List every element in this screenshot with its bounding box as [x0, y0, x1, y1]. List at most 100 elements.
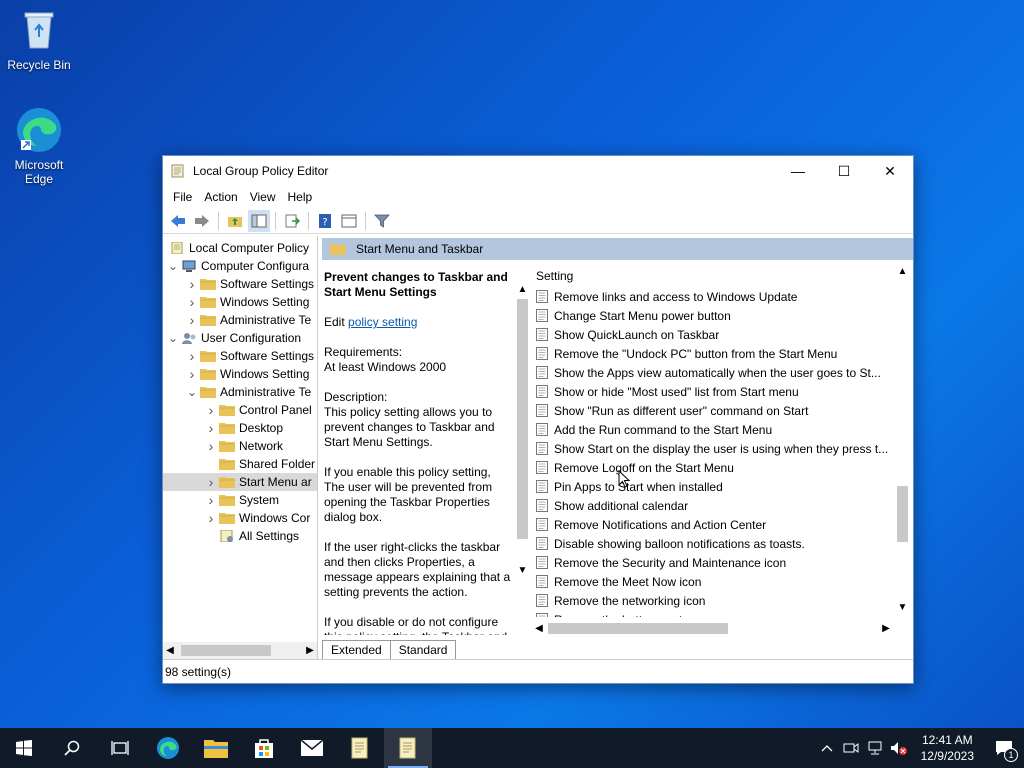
chevron-right-icon[interactable]: ›	[205, 420, 217, 436]
chevron-right-icon[interactable]: ›	[205, 474, 217, 490]
setting-row[interactable]: Change Start Menu power button	[532, 306, 895, 325]
setting-row[interactable]: Remove the networking icon	[532, 591, 895, 610]
tab-extended[interactable]: Extended	[322, 640, 391, 659]
scroll-right-arrow-icon[interactable]: ▶	[879, 623, 893, 634]
help-button[interactable]: ?	[314, 210, 336, 232]
minimize-button[interactable]: —	[775, 156, 821, 186]
show-hide-tree-button[interactable]	[248, 209, 270, 232]
setting-row[interactable]: Add the Run command to the Start Menu	[532, 420, 895, 439]
taskbar-group-policy-editor[interactable]	[384, 728, 432, 768]
tree-item[interactable]: ⌄ Administrative Te	[163, 383, 317, 401]
column-header-setting[interactable]: Setting	[532, 266, 895, 286]
chevron-down-icon[interactable]: ⌄	[167, 260, 179, 272]
tree-item[interactable]: › Start Menu ar	[163, 473, 317, 491]
tree-item[interactable]: Shared Folder	[163, 455, 317, 473]
tree-horizontal-scrollbar[interactable]: ◀ ▶	[163, 642, 317, 659]
tree-item[interactable]: All Settings	[163, 527, 317, 545]
tree-item[interactable]: › Software Settings	[163, 347, 317, 365]
scroll-right-arrow-icon[interactable]: ▶	[303, 645, 317, 656]
menu-file[interactable]: File	[167, 190, 198, 204]
tab-standard[interactable]: Standard	[389, 640, 457, 659]
tree-item[interactable]: ⌄ Computer Configura	[163, 257, 317, 275]
setting-row[interactable]: Show additional calendar	[532, 496, 895, 515]
setting-row[interactable]: Remove Notifications and Action Center	[532, 515, 895, 534]
tree-item[interactable]: › Windows Setting	[163, 293, 317, 311]
setting-row[interactable]: Remove the "Undock PC" button from the S…	[532, 344, 895, 363]
network-button[interactable]	[863, 741, 887, 755]
setting-row[interactable]: Remove links and access to Windows Updat…	[532, 287, 895, 306]
menu-action[interactable]: Action	[198, 190, 243, 204]
chevron-right-icon[interactable]: ›	[186, 294, 198, 310]
chevron-right-icon[interactable]: ›	[186, 276, 198, 292]
description-vertical-scrollbar[interactable]: ▲ ▼	[514, 284, 531, 580]
action-center-button[interactable]: 1	[984, 740, 1024, 762]
taskbar-file-explorer[interactable]	[192, 728, 240, 768]
tree-item[interactable]: › Windows Setting	[163, 365, 317, 383]
volume-button[interactable]	[887, 741, 911, 755]
tree-item[interactable]: › Control Panel	[163, 401, 317, 419]
desktop-icon-edge[interactable]: Microsoft Edge	[1, 106, 77, 186]
scroll-left-arrow-icon[interactable]: ◀	[532, 623, 546, 634]
chevron-right-icon[interactable]: ›	[205, 402, 217, 418]
setting-row[interactable]: Show Start on the display the user is us…	[532, 439, 895, 458]
tree-item[interactable]: › Network	[163, 437, 317, 455]
tree-item[interactable]: › Software Settings	[163, 275, 317, 293]
setting-row[interactable]: Show or hide "Most used" list from Start…	[532, 382, 895, 401]
close-button[interactable]: ✕	[867, 156, 913, 186]
start-button[interactable]	[0, 728, 48, 768]
tree-item[interactable]: › System	[163, 491, 317, 509]
taskbar-edge[interactable]	[144, 728, 192, 768]
desktop-icon-recycle-bin[interactable]: Recycle Bin	[1, 6, 77, 72]
setting-row[interactable]: Remove the Security and Maintenance icon	[532, 553, 895, 572]
tree-item[interactable]: › Administrative Te	[163, 311, 317, 329]
forward-button[interactable]	[191, 210, 213, 232]
scroll-up-arrow-icon[interactable]: ▲	[514, 284, 531, 295]
search-button[interactable]	[48, 728, 96, 768]
taskbar-store[interactable]	[240, 728, 288, 768]
setting-row[interactable]: Remove the Meet Now icon	[532, 572, 895, 591]
setting-row[interactable]: Show QuickLaunch on Taskbar	[532, 325, 895, 344]
extended-view-button[interactable]	[338, 210, 360, 232]
filter-button[interactable]	[371, 210, 393, 232]
scroll-down-arrow-icon[interactable]: ▼	[894, 602, 911, 613]
up-folder-button[interactable]	[224, 210, 246, 232]
chevron-right-icon[interactable]: ›	[186, 366, 198, 382]
setting-row[interactable]: Pin Apps to Start when installed	[532, 477, 895, 496]
setting-row[interactable]: Show "Run as different user" command on …	[532, 401, 895, 420]
back-button[interactable]	[167, 210, 189, 232]
export-list-button[interactable]	[281, 210, 303, 232]
tree-item[interactable]: › Desktop	[163, 419, 317, 437]
task-view-button[interactable]	[96, 728, 144, 768]
menu-help[interactable]: Help	[282, 190, 319, 204]
chevron-down-icon[interactable]: ⌄	[167, 332, 179, 344]
setting-row[interactable]: Remove Logoff on the Start Menu	[532, 458, 895, 477]
title-bar[interactable]: Local Group Policy Editor — ☐ ✕	[163, 156, 913, 186]
meet-now-button[interactable]	[839, 741, 863, 755]
scroll-thumb[interactable]	[517, 299, 528, 539]
chevron-right-icon[interactable]: ›	[186, 348, 198, 364]
chevron-down-icon[interactable]: ⌄	[186, 386, 198, 398]
scroll-thumb[interactable]	[181, 645, 271, 656]
scroll-left-arrow-icon[interactable]: ◀	[163, 645, 177, 656]
maximize-button[interactable]: ☐	[821, 156, 867, 186]
chevron-right-icon[interactable]: ›	[205, 492, 217, 508]
edit-policy-setting-link[interactable]: policy setting	[348, 315, 417, 329]
taskbar-mail[interactable]	[288, 728, 336, 768]
menu-view[interactable]: View	[244, 190, 282, 204]
chevron-right-icon[interactable]: ›	[186, 312, 198, 328]
chevron-right-icon[interactable]: ›	[205, 510, 217, 526]
tree-item[interactable]: Local Computer Policy	[163, 239, 317, 257]
scroll-thumb[interactable]	[548, 623, 728, 634]
setting-row[interactable]: Show the Apps view automatically when th…	[532, 363, 895, 382]
show-hidden-icons-button[interactable]	[815, 744, 839, 752]
setting-row[interactable]: Remove the battery meter	[532, 610, 895, 617]
settings-vertical-scrollbar[interactable]: ▲ ▼	[894, 266, 911, 618]
clock[interactable]: 12:41 AM 12/9/2023	[911, 732, 984, 764]
chevron-right-icon[interactable]: ›	[205, 438, 217, 454]
taskbar-notepad[interactable]	[336, 728, 384, 768]
tree-item[interactable]: › Windows Cor	[163, 509, 317, 527]
scroll-down-arrow-icon[interactable]: ▼	[514, 565, 531, 576]
tree-item[interactable]: ⌄ User Configuration	[163, 329, 317, 347]
setting-row[interactable]: Disable showing balloon notifications as…	[532, 534, 895, 553]
scroll-thumb[interactable]	[897, 486, 908, 542]
